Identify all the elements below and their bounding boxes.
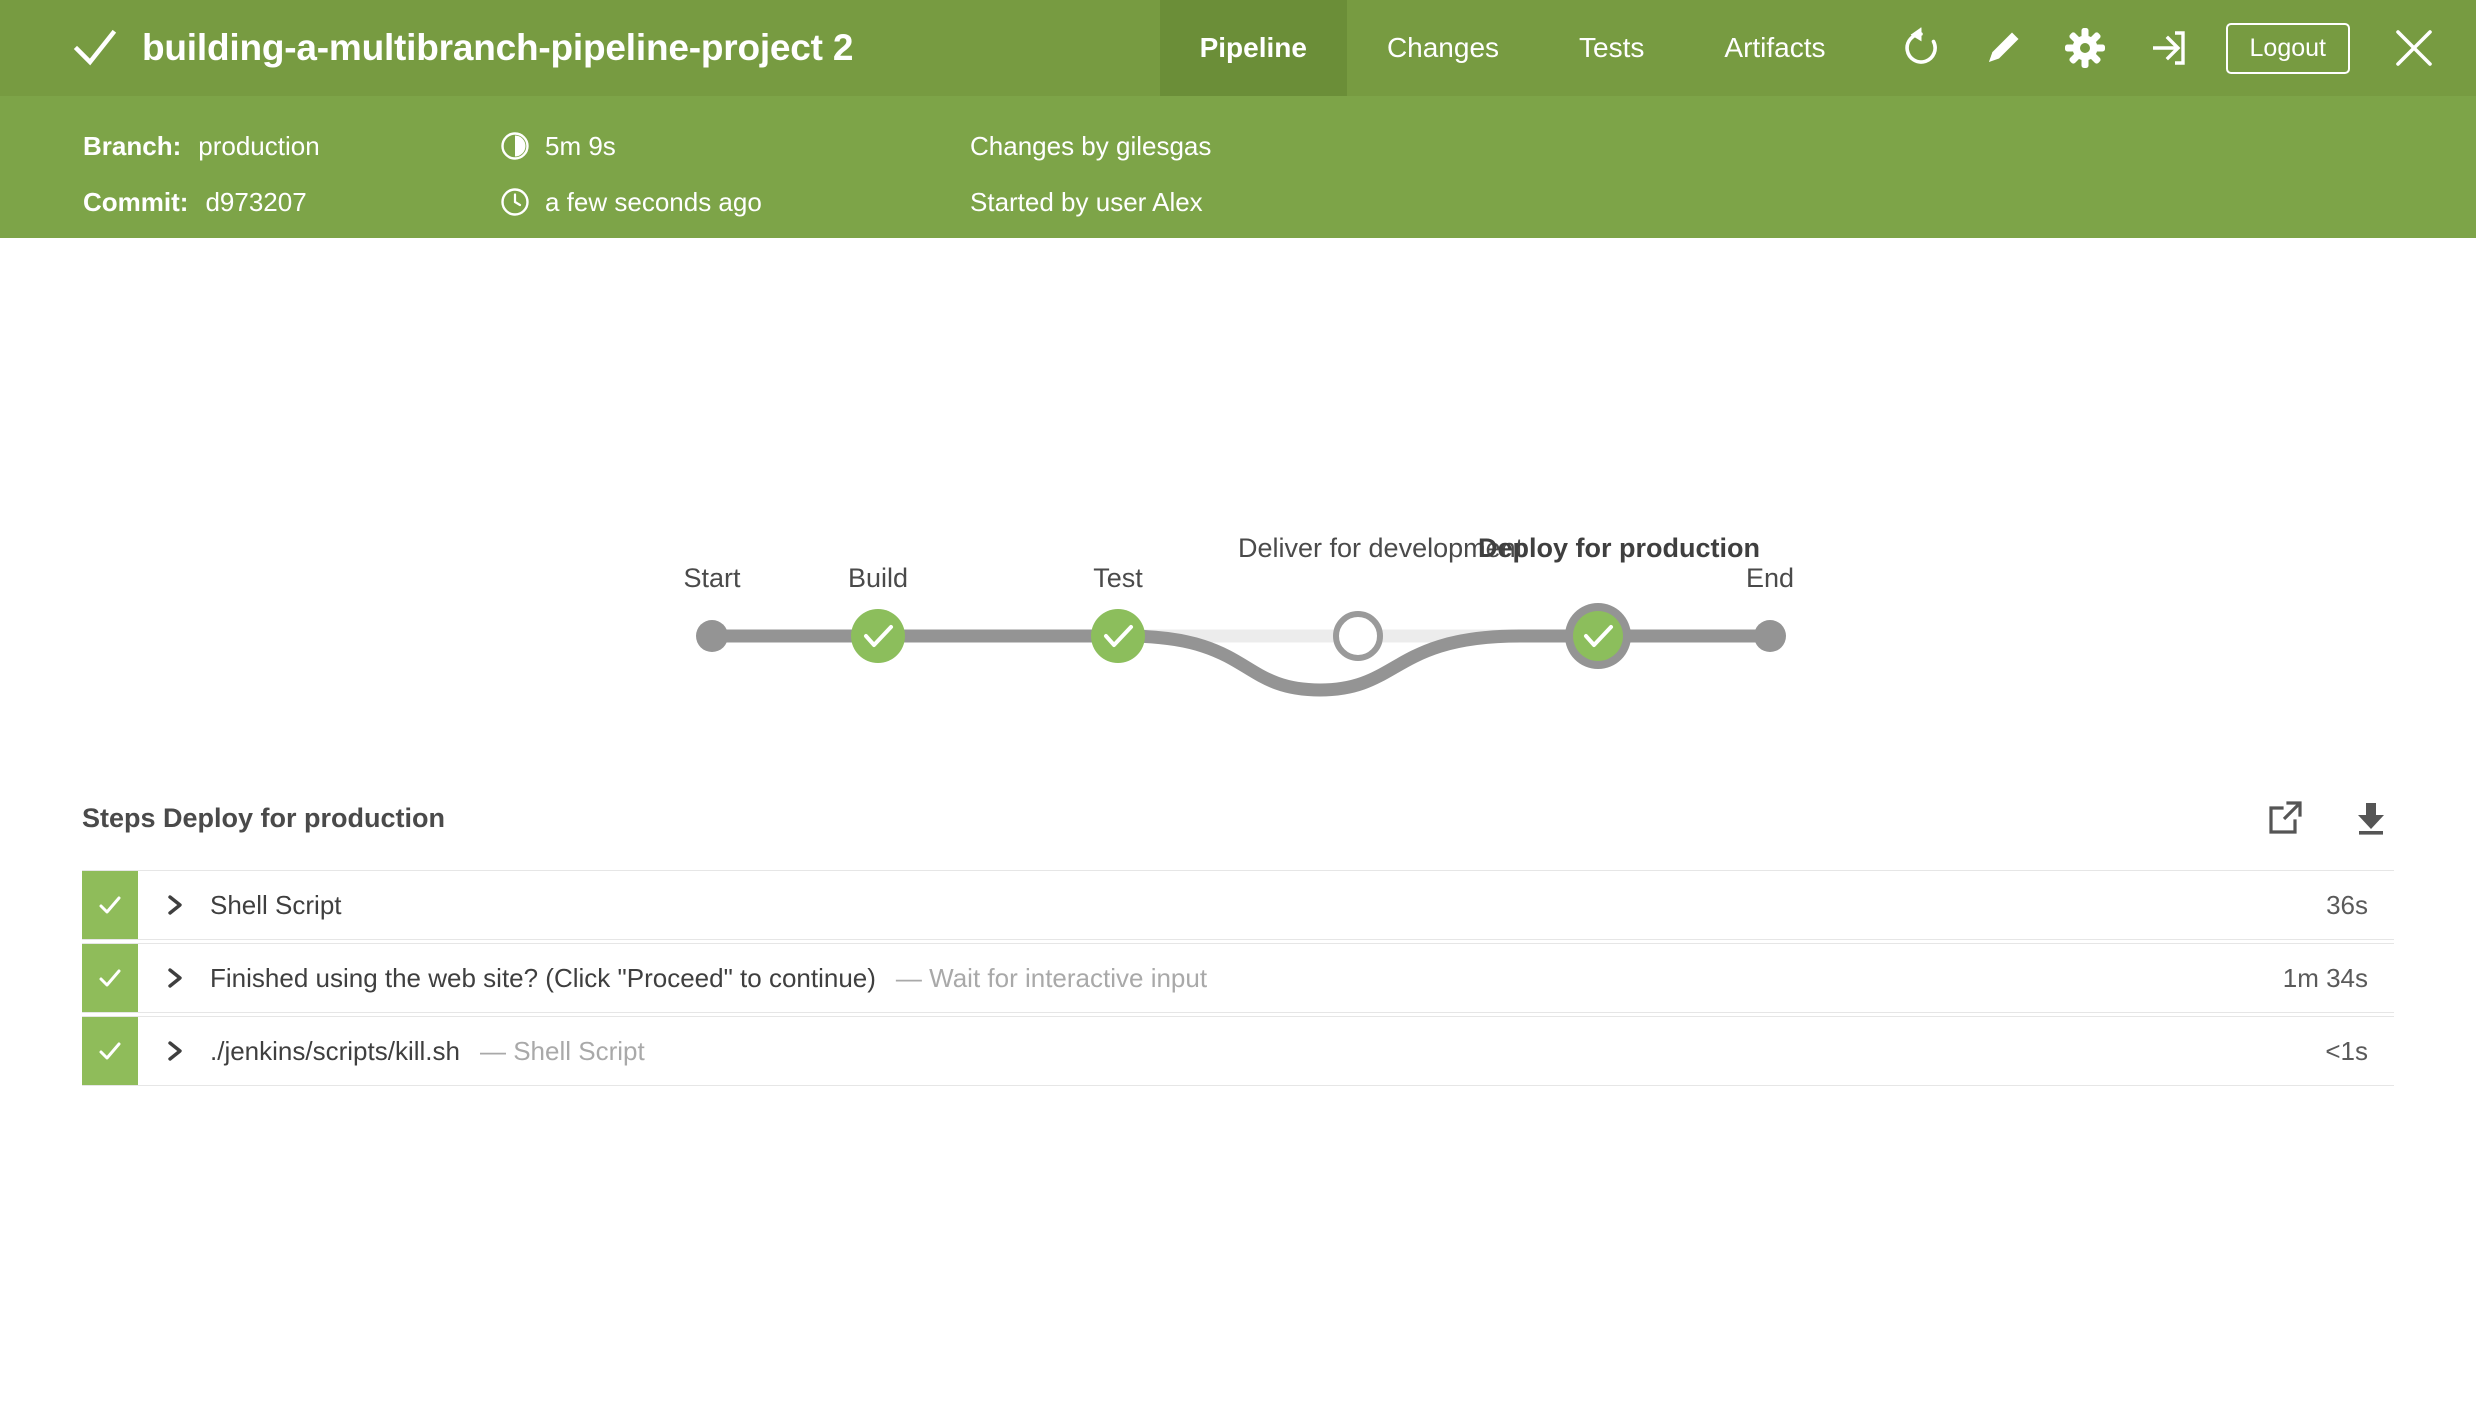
relative-time-value: a few seconds ago: [545, 186, 762, 217]
stage-node-deploy-for-production: [1565, 603, 1631, 669]
meta-row-bottom: Commit: d973207 a few seconds ago Starte…: [0, 174, 2476, 230]
stage-node-build: [851, 609, 905, 663]
check-icon: [99, 969, 121, 987]
branch-value: production: [198, 130, 320, 161]
stage-node-end: [1754, 620, 1786, 652]
run-meta-bar: Branch: production 5m 9s Changes by gile…: [0, 96, 2476, 238]
started-by-text: Started by user Alex: [970, 186, 1203, 217]
clock-icon: [500, 187, 530, 217]
commit-value[interactable]: d973207: [205, 187, 306, 218]
pipeline-graph-svg: [696, 603, 1786, 697]
relative-time-info: a few seconds ago: [500, 187, 970, 218]
steps-header-actions: [2222, 795, 2394, 841]
changes-by: Changes by gilesgas: [970, 131, 1211, 162]
logout-button[interactable]: Logout: [2225, 22, 2350, 74]
step-title: Shell Script: [210, 889, 342, 920]
branch-info: Branch: production: [0, 131, 500, 162]
check-icon: [99, 896, 121, 914]
top-header: building-a-multibranch-pipeline-project …: [0, 0, 2476, 96]
started-by: Started by user Alex: [970, 187, 1203, 218]
chevron-right-icon[interactable]: [162, 1038, 188, 1064]
step-duration: 36s: [2326, 889, 2368, 920]
table-row[interactable]: Finished using the web site? (Click "Pro…: [82, 943, 2394, 1013]
table-row[interactable]: ./jenkins/scripts/kill.sh — Shell Script…: [82, 1016, 2394, 1086]
header-icon-group: Logout: [1866, 0, 2476, 96]
chevron-right-icon[interactable]: [162, 965, 188, 991]
logout-arrow-icon[interactable]: [2140, 21, 2194, 75]
commit-info: Commit: d973207: [0, 187, 500, 218]
stage-node-start: [696, 620, 728, 652]
stage-node-deliver-for-development: [1333, 611, 1383, 661]
stage-node-test: [1091, 609, 1145, 663]
steps-title: Steps Deploy for production: [82, 802, 446, 833]
step-subtitle: — Shell Script: [479, 1035, 645, 1066]
nav-tabs: Pipeline Changes Tests Artifacts: [1159, 0, 1866, 96]
tab-changes[interactable]: Changes: [1347, 0, 1539, 96]
stage-label-end[interactable]: End: [1670, 563, 1870, 595]
commit-label: Commit:: [83, 186, 189, 217]
download-icon[interactable]: [2348, 795, 2394, 841]
step-status-success: [82, 944, 138, 1012]
replay-icon[interactable]: [1894, 21, 1948, 75]
duration-info: 5m 9s: [500, 131, 970, 162]
step-main[interactable]: ./jenkins/scripts/kill.sh — Shell Script: [138, 1017, 2325, 1085]
gear-icon[interactable]: [2058, 21, 2112, 75]
chevron-right-icon[interactable]: [162, 892, 188, 918]
tab-tests[interactable]: Tests: [1539, 0, 1684, 96]
tab-artifacts[interactable]: Artifacts: [1684, 0, 1865, 96]
open-in-new-window-icon[interactable]: [2262, 795, 2308, 841]
step-title: ./jenkins/scripts/kill.sh: [210, 1035, 460, 1066]
stage-label-deliver-for-development[interactable]: Deliver for development: [1238, 533, 1523, 565]
step-duration: 1m 34s: [2282, 962, 2368, 993]
half-filled-clock-icon: [500, 131, 530, 161]
steps-list: Shell Script 36s Finished using the web …: [82, 870, 2394, 1086]
edit-pencil-icon[interactable]: [1976, 21, 2030, 75]
tab-pipeline[interactable]: Pipeline: [1159, 0, 1347, 96]
steps-section: Steps Deploy for production Shell Script…: [0, 778, 2476, 1086]
table-row[interactable]: Shell Script 36s: [82, 870, 2394, 940]
check-icon: [99, 1042, 121, 1060]
step-title: Finished using the web site? (Click "Pro…: [210, 962, 876, 993]
stage-label-test[interactable]: Test: [1018, 563, 1218, 595]
meta-row-top: Branch: production 5m 9s Changes by gile…: [0, 118, 2476, 174]
pipeline-graph: Start Build Test Deliver for development…: [0, 238, 2476, 778]
run-title-zone: building-a-multibranch-pipeline-project …: [0, 25, 853, 71]
step-duration: <1s: [2325, 1035, 2368, 1066]
step-main[interactable]: Shell Script: [138, 871, 2326, 939]
step-main[interactable]: Finished using the web site? (Click "Pro…: [138, 944, 2283, 1012]
branch-label: Branch:: [83, 130, 182, 161]
close-icon[interactable]: [2386, 20, 2442, 76]
steps-header: Steps Deploy for production: [82, 778, 2394, 858]
check-icon: [72, 25, 118, 71]
step-status-success: [82, 871, 138, 939]
step-subtitle: — Wait for interactive input: [895, 962, 1208, 993]
stage-label-build[interactable]: Build: [778, 563, 978, 595]
stage-label-deploy-for-production[interactable]: Deploy for production: [1478, 533, 1760, 565]
step-status-success: [82, 1017, 138, 1085]
duration-value: 5m 9s: [545, 130, 616, 161]
changes-by-text: Changes by gilesgas: [970, 130, 1212, 161]
page-title: building-a-multibranch-pipeline-project …: [142, 27, 854, 68]
